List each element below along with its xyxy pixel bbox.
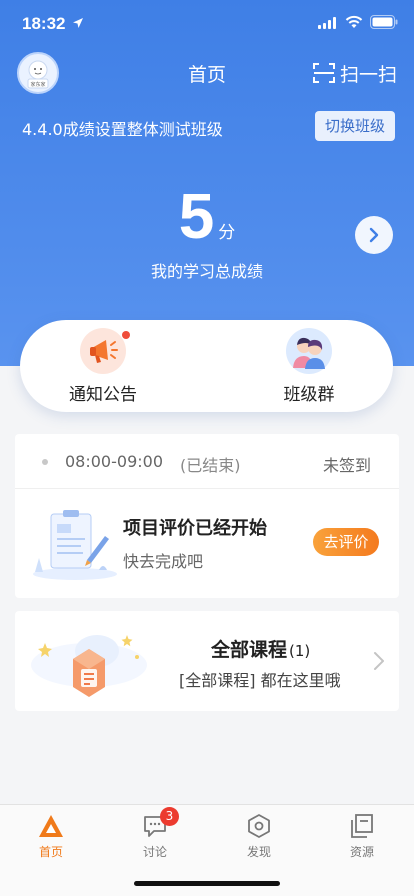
- course-title: 全部课程 (1): [211, 635, 310, 662]
- attendance-sign-state: 未签到: [322, 456, 371, 475]
- course-count: (1): [289, 642, 311, 660]
- attendance-time: 08:00-09:00: [65, 452, 163, 471]
- total-score: 5分: [0, 178, 414, 254]
- resources-icon: [351, 814, 373, 838]
- scan-button[interactable]: 扫一扫: [313, 60, 397, 86]
- scan-icon: [313, 63, 335, 83]
- megaphone-icon: [80, 328, 130, 374]
- discover-icon: [248, 814, 270, 838]
- task-title: 项目评价已经开始: [123, 518, 267, 539]
- entry-class-group[interactable]: 班级群: [249, 328, 369, 405]
- score-unit: 分: [218, 223, 236, 243]
- home-icon: [39, 815, 63, 837]
- course-subtitle: [全部课程] 都在这里哦: [179, 671, 341, 690]
- entry-label: 通知公告: [69, 385, 137, 405]
- task-card: 08:00-09:00 (已结束) 未签到 项目评价已经开始 快去完成吧 去评价: [15, 434, 399, 598]
- tab-label: 讨论: [142, 845, 167, 859]
- switch-class-button[interactable]: 切换班级: [315, 111, 395, 141]
- group-chat-icon: [286, 328, 332, 374]
- tab-discussion[interactable]: 3 讨论: [120, 807, 190, 860]
- battery-icon: [370, 15, 398, 29]
- scan-label: 扫一扫: [340, 63, 398, 86]
- location-arrow-icon: [73, 18, 83, 28]
- chevron-right-icon: [374, 652, 384, 670]
- courses-illustration-icon: [31, 635, 147, 697]
- chevron-right-icon: [369, 227, 379, 243]
- class-name: 4.4.0成绩设置整体测试班级: [22, 120, 223, 139]
- score-value: 5: [178, 180, 215, 252]
- status-bar: 18:32: [0, 0, 414, 44]
- score-label: 我的学习总成绩: [150, 262, 263, 281]
- tab-label: 首页: [38, 845, 63, 859]
- evaluate-button[interactable]: 去评价: [313, 528, 379, 556]
- tab-home[interactable]: 首页: [16, 813, 86, 860]
- unread-badge: 3: [160, 807, 179, 826]
- score-detail-button[interactable]: [355, 216, 393, 254]
- evaluation-illustration-icon: [33, 510, 117, 580]
- course-title-text: 全部课程: [211, 639, 288, 661]
- tab-resources[interactable]: 资源: [327, 813, 397, 860]
- attendance-status: (已结束): [180, 456, 241, 475]
- entry-label: 班级群: [283, 385, 335, 405]
- tab-label: 资源: [349, 845, 374, 859]
- unread-dot: [122, 331, 130, 339]
- cellular-signal-icon: [318, 17, 336, 29]
- status-time: 18:32: [22, 14, 66, 33]
- tab-discover[interactable]: 发现: [224, 813, 294, 860]
- all-courses-card[interactable]: 全部课程 (1) [全部课程] 都在这里哦: [15, 611, 399, 711]
- tab-label: 发现: [246, 845, 271, 859]
- wifi-icon: [345, 15, 363, 28]
- task-subtitle: 快去完成吧: [123, 552, 204, 571]
- quick-entries-card: 通知公告 班级群: [20, 320, 393, 412]
- entry-notice[interactable]: 通知公告: [43, 328, 163, 405]
- home-indicator: [134, 881, 280, 886]
- attendance-dot: [42, 459, 48, 465]
- attendance-row[interactable]: 08:00-09:00 (已结束) 未签到: [15, 434, 399, 489]
